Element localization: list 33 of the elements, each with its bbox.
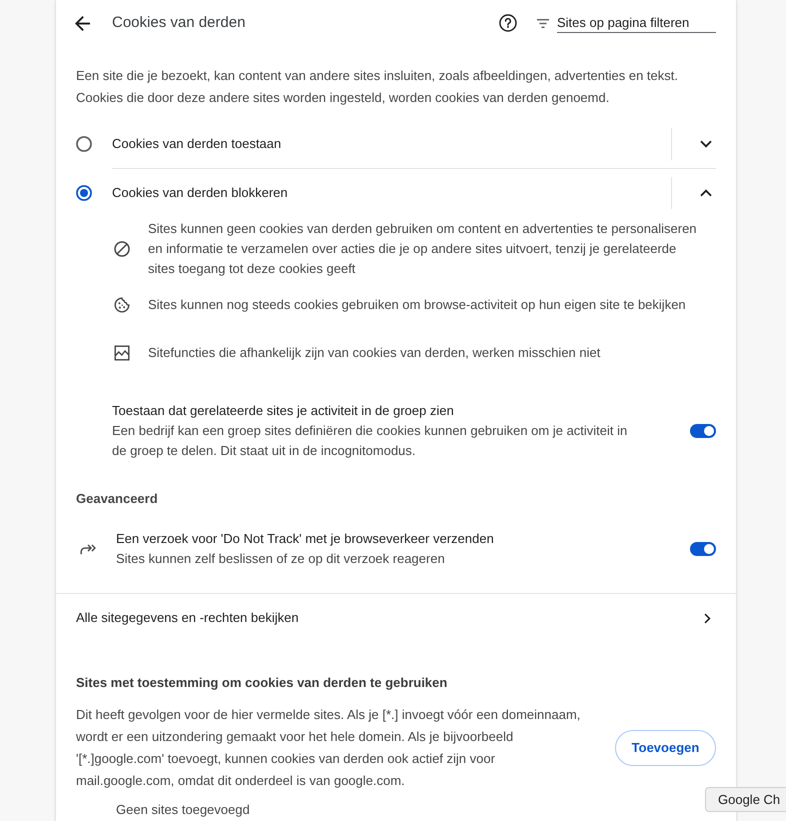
section-description: Dit heeft gevolgen voor de hier vermelde sites. Als je [*.] invoegt vóór een domeinnaam, wordt er een uitzondering gemaakt voor het hele domein. Als je bijvoorbeeld '[*.]google.com' toevoegt, kunnen cookies van derden ook actief zijn voor mail.google.com, omdat dit onderdeel is van google.com. [76,706,582,790]
setting-description: Een bedrijf kan een groep sites definiëren die cookies kunnen gebruiken om je activiteit in de groep te delen. Dit staat uit in de incognitomodus. [112,422,628,460]
site-data-link[interactable]: Alle sitegegevens en -rechten bekijken [76,608,299,628]
radio-button[interactable] [76,136,92,152]
blocked-icon [114,241,130,257]
intro-text: Een site die je bezoekt, kan content van andere sites insluiten, zoals afbeeldingen, advertenties en tekst. Cookies die door deze andere sites worden ingesteld, worden cookies van derden genoemd. [76,67,679,107]
radio-label: Cookies van derden blokkeren [112,184,289,202]
chevron-right-icon[interactable] [704,612,711,624]
toggle-switch[interactable] [690,542,716,556]
filter-icon [537,18,549,28]
help-icon[interactable] [499,14,517,32]
cookie-icon [114,297,130,313]
detail-text: Sites kunnen nog steeds cookies gebruiken om browse-activiteit op hun eigen site te bekijken [148,296,687,314]
detail-text: Sites kunnen geen cookies van derden gebruiken om content en advertenties te personaliseren en informatie te verzamelen over acties die je op andere sites uitvoert, tenzij je gerelateerde sites toegang tot deze cookies geeft [148,220,698,278]
tooltip: Google Ch [705,787,786,812]
forward-arrow-icon [80,544,97,554]
setting-title: Toestaan dat gerelateerde sites je activiteit in de groep zien [112,402,455,420]
section-heading: Geavanceerd [76,491,158,506]
broken-image-icon [114,345,130,361]
chevron-down-icon[interactable] [700,140,712,148]
empty-list-text: Geen sites toegevoegd [116,801,250,819]
detail-text: Sitefuncties die afhankelijk zijn van cookies van derden, werken misschien niet [148,344,602,362]
chevron-up-icon[interactable] [700,189,712,197]
radio-label: Cookies van derden toestaan [112,135,282,153]
toggle-switch[interactable] [690,424,716,438]
setting-description: Sites kunnen zelf beslissen of ze op dit verzoek reageren [116,550,445,568]
search-field[interactable]: Sites op pagina filteren [557,14,716,32]
radio-button[interactable] [76,185,92,201]
setting-title: Een verzoek voor 'Do Not Track' met je browseverkeer verzenden [116,530,494,548]
add-button[interactable]: Toevoegen [615,730,716,766]
section-heading: Sites met toestemming om cookies van derden te gebruiken [76,675,448,690]
back-arrow-icon[interactable] [75,16,90,30]
page-title: Cookies van derden [112,13,246,33]
